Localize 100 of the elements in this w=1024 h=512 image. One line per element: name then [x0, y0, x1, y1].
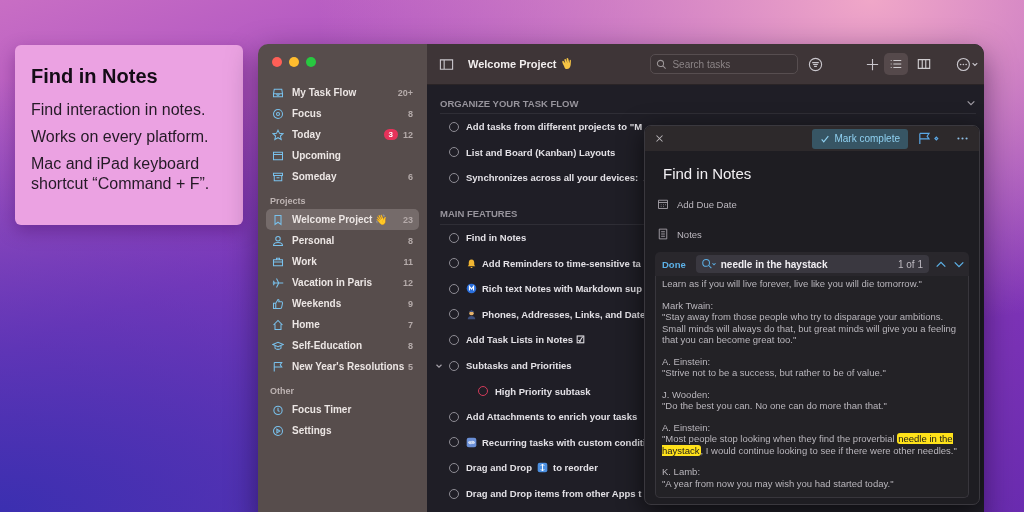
- task-title[interactable]: Synchronizes across all your devices:: [466, 172, 639, 184]
- sidebar-item[interactable]: Work 11: [266, 251, 419, 272]
- quote-author: A. Einstein:: [662, 355, 712, 367]
- sidebar-section-title: Projects: [269, 195, 307, 208]
- task-title[interactable]: Phones, Addresses, Links, and Date: [482, 308, 646, 320]
- task-title[interactable]: High Priority subtask: [495, 385, 591, 397]
- target-icon: [272, 107, 284, 120]
- item-count: 7: [408, 319, 413, 330]
- calendar-icon: [272, 149, 284, 162]
- note-icon: [657, 228, 669, 240]
- task-title[interactable]: Rich text Notes with Markdown sup: [482, 283, 642, 295]
- more-menu-icon[interactable]: [956, 56, 981, 72]
- notes-label: Notes: [677, 228, 702, 240]
- sidebar-item[interactable]: Someday 6: [266, 166, 419, 187]
- sidebar-toggle-icon[interactable]: [439, 56, 454, 72]
- task-title[interactable]: to reorder: [553, 462, 598, 474]
- chevron-down-icon[interactable]: [966, 98, 977, 108]
- bookmark-icon: [272, 213, 284, 226]
- item-count: 5: [408, 361, 413, 372]
- quote-text: "Strive not to be a success, but rather to be of value.": [662, 367, 887, 379]
- item-count: 8: [408, 340, 413, 351]
- search-field[interactable]: Search tasks: [650, 54, 799, 74]
- add-icon[interactable]: [865, 56, 881, 72]
- task-title[interactable]: Drag and Drop items from other Apps t: [466, 488, 642, 499]
- airplane-icon: [272, 276, 284, 289]
- sidebar-item[interactable]: Upcoming: [266, 145, 419, 166]
- task-title[interactable]: Add Task Lists in Notes ☑: [466, 334, 585, 346]
- filter-icon[interactable]: [808, 56, 824, 72]
- star-icon: [272, 128, 284, 141]
- graduation-cap-icon: [272, 339, 284, 352]
- list-icon: [889, 57, 904, 71]
- add-due-date-button[interactable]: Add Due Date: [677, 198, 737, 210]
- sidebar-item[interactable]: Personal 8: [266, 230, 419, 251]
- project-title: Welcome Project: [468, 58, 557, 70]
- quote-text: "Do the best you can. No one can do more than that.": [662, 400, 888, 412]
- search-icon: [656, 58, 668, 70]
- section-title: MAIN FEATURES: [440, 208, 518, 220]
- sidebar-item[interactable]: Settings: [266, 420, 419, 441]
- quote-text: "Most people stop looking when they find the proverbial needle in the haystack, I would continue looking to see if there were other needles.": [662, 433, 958, 456]
- sidebar-item[interactable]: Today 3 12: [266, 124, 419, 145]
- sidebar-item[interactable]: Focus 8: [266, 103, 419, 124]
- quote-text: "Stay away from those people who try to disparage your ambitions. Small minds will always do that, but great minds will give you a feeling that you can become great too.": [662, 311, 958, 346]
- sidebar-item[interactable]: New Year's Resolutions 5: [266, 356, 419, 377]
- task-title[interactable]: Add Reminders to time-sensitive ta: [482, 257, 641, 269]
- house-icon: [272, 318, 284, 331]
- card-title: Find in Notes: [31, 65, 159, 88]
- previous-match-icon[interactable]: [935, 259, 947, 269]
- letter-circle-icon: [466, 283, 477, 295]
- sidebar-item[interactable]: Self-Education 8: [266, 335, 419, 356]
- briefcase-icon: [272, 255, 284, 268]
- task-title-heading: Find in Notes: [663, 165, 753, 182]
- item-count: 20+: [397, 87, 413, 98]
- match-count: 1 of 1: [897, 258, 923, 270]
- calendar-icon: [657, 198, 669, 210]
- find-field[interactable]: needle in the haystack 1 of 1: [695, 255, 929, 273]
- item-count: 9: [408, 298, 413, 309]
- columns-icon: [917, 57, 932, 71]
- person-icon: [466, 308, 477, 320]
- item-count: 23: [403, 214, 413, 225]
- bell-icon: [466, 257, 477, 269]
- flag-icon: [272, 360, 284, 373]
- item-count: 6: [408, 171, 413, 182]
- quote-author: J. Wooden:: [662, 388, 711, 400]
- close-window-button[interactable]: [272, 57, 282, 67]
- checkmark-icon: [820, 133, 831, 144]
- mark-complete-button[interactable]: Mark complete: [812, 128, 908, 149]
- sidebar-item[interactable]: My Task Flow 20+: [266, 82, 419, 103]
- flag-icon[interactable]: [918, 132, 940, 145]
- next-match-icon[interactable]: [953, 259, 965, 269]
- sidebar-section-title: Other: [269, 385, 295, 398]
- list-view-button[interactable]: [884, 53, 909, 75]
- timer-icon: [272, 403, 284, 416]
- quote-author: A. Einstein:: [662, 421, 712, 433]
- sidebar-item[interactable]: Home 7: [266, 314, 419, 335]
- task-title[interactable]: Find in Notes: [466, 232, 527, 244]
- task-title[interactable]: Add tasks from different projects to "M: [466, 121, 643, 133]
- task-title[interactable]: List and Board (Kanban) Layouts: [466, 146, 616, 158]
- task-title[interactable]: Subtasks and Priorities: [466, 360, 572, 372]
- item-count: 12: [403, 129, 413, 140]
- minimize-window-button[interactable]: [289, 57, 299, 67]
- box-icon: [272, 170, 284, 183]
- more-icon[interactable]: [956, 136, 969, 141]
- item-count: 8: [408, 108, 413, 119]
- card-text: Find interaction in notes.: [31, 100, 207, 120]
- card-text: Works on every platform.: [31, 127, 210, 147]
- done-button[interactable]: Done: [662, 258, 686, 270]
- quote-author: Mark Twain:: [662, 299, 715, 311]
- sidebar-item[interactable]: Focus Timer: [266, 399, 419, 420]
- sidebar-item[interactable]: Vacation in Paris 12: [266, 272, 419, 293]
- repeat-icon: [466, 436, 477, 448]
- person-icon: [272, 234, 284, 247]
- item-count: 8: [408, 235, 413, 246]
- sidebar-item[interactable]: Weekends 9: [266, 293, 419, 314]
- zoom-window-button[interactable]: [306, 57, 316, 67]
- task-title[interactable]: Add Attachments to enrich your tasks: [466, 411, 638, 423]
- close-icon[interactable]: [655, 134, 664, 143]
- task-title[interactable]: Drag and Drop: [466, 462, 532, 474]
- sidebar-item[interactable]: Welcome Project 👋 23: [266, 209, 419, 230]
- quote-text: "A year from now you may wish you had started today.": [662, 477, 895, 489]
- item-count: 11: [403, 256, 413, 267]
